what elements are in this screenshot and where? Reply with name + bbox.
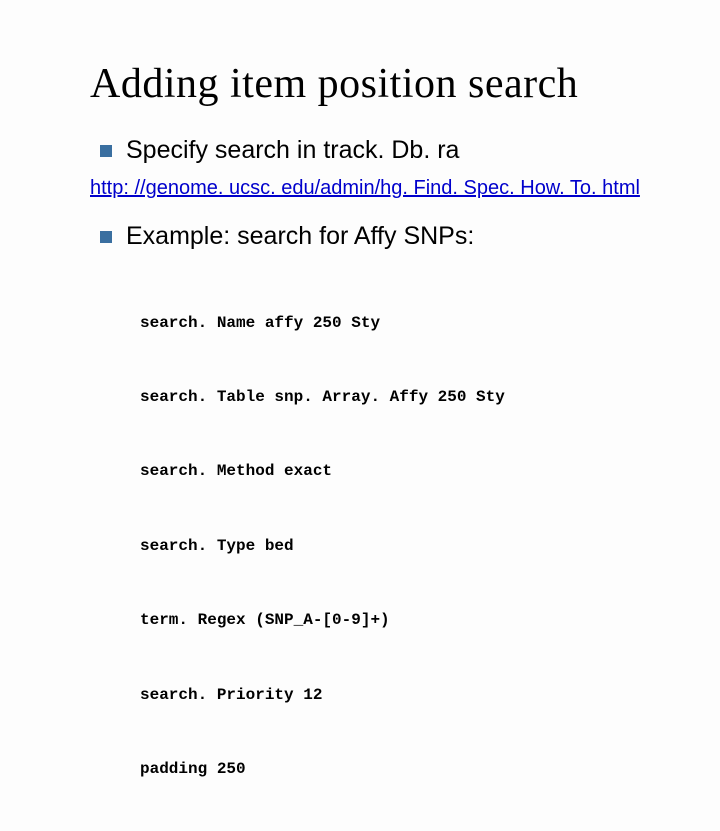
square-bullet-icon bbox=[100, 145, 112, 157]
square-bullet-icon bbox=[100, 231, 112, 243]
bullet-item-1: Specify search in track. Db. ra bbox=[100, 136, 680, 165]
code-line: term. Regex (SNP_A-[0-9]+) bbox=[140, 608, 680, 633]
code-line: padding 250 bbox=[140, 757, 680, 782]
bullet-text-2: Example: search for Affy SNPs: bbox=[126, 222, 474, 251]
code-line: search. Priority 12 bbox=[140, 683, 680, 708]
slide-title: Adding item position search bbox=[90, 60, 680, 108]
bullet-item-2: Example: search for Affy SNPs: bbox=[100, 222, 680, 251]
bullet-text-1: Specify search in track. Db. ra bbox=[126, 136, 459, 165]
code-line: search. Name affy 250 Sty bbox=[140, 311, 680, 336]
code-line: search. Table snp. Array. Affy 250 Sty bbox=[140, 385, 680, 410]
code-line: search. Method exact bbox=[140, 459, 680, 484]
slide: Adding item position search Specify sear… bbox=[0, 0, 720, 540]
code-line: search. Type bed bbox=[140, 534, 680, 559]
code-block: search. Name affy 250 Sty search. Table … bbox=[140, 261, 680, 831]
reference-link[interactable]: http: //genome. ucsc. edu/admin/hg. Find… bbox=[90, 177, 680, 200]
